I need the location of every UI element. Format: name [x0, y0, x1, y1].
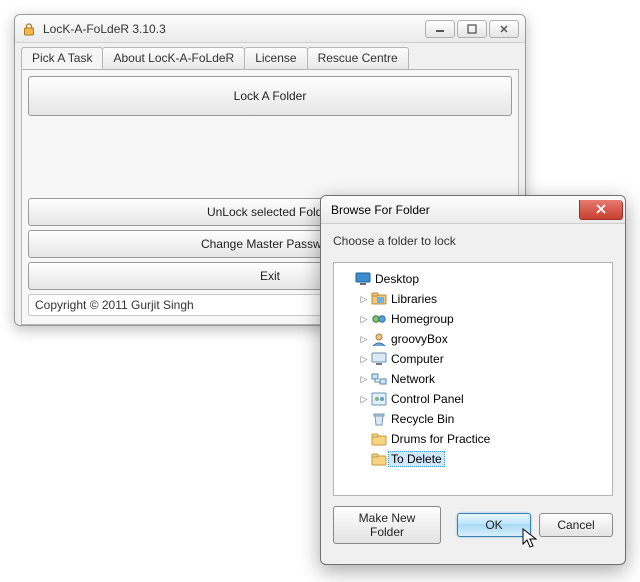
tree-root-desktop[interactable]: Desktop [338, 269, 608, 289]
tab-rescue[interactable]: Rescue Centre [307, 47, 409, 69]
close-button[interactable] [489, 20, 519, 38]
expander-icon[interactable]: ▷ [358, 294, 370, 305]
window-title: LocK-A-FoLdeR 3.10.3 [43, 22, 425, 36]
expander-icon[interactable]: ▷ [358, 394, 370, 405]
tree-item-label: Control Panel [388, 391, 467, 407]
tree-item-label: Libraries [388, 291, 440, 307]
tree-item-label: Network [388, 371, 438, 387]
window-controls [425, 20, 519, 38]
make-new-folder-button[interactable]: Make New Folder [333, 506, 441, 544]
control-icon [370, 392, 388, 406]
tab-pick-task[interactable]: Pick A Task [21, 47, 103, 69]
user-icon [370, 332, 388, 346]
libraries-icon [370, 292, 388, 306]
folder-icon [370, 452, 388, 466]
tree-item-label: Drums for Practice [388, 431, 493, 447]
tree-item-label: Computer [388, 351, 447, 367]
browse-dialog: Browse For Folder Choose a folder to loc… [320, 195, 626, 565]
recycle-icon [370, 412, 388, 426]
folder-icon [370, 432, 388, 446]
expander-icon[interactable]: ▷ [358, 314, 370, 325]
tree-item[interactable]: Recycle Bin [338, 409, 608, 429]
cancel-button[interactable]: Cancel [539, 513, 613, 537]
minimize-button[interactable] [425, 20, 455, 38]
tree-item-label: Homegroup [388, 311, 457, 327]
tree-item[interactable]: ▷ Network [338, 369, 608, 389]
dialog-titlebar: Browse For Folder [321, 196, 625, 224]
expander-icon[interactable]: ▷ [358, 334, 370, 345]
expander-icon[interactable]: ▷ [358, 354, 370, 365]
desktop-icon [354, 272, 372, 286]
tabstrip: Pick A Task About LocK-A-FoLdeR License … [21, 47, 519, 69]
tree-item[interactable]: ▷ groovyBox [338, 329, 608, 349]
tree-item[interactable]: ▷ Computer [338, 349, 608, 369]
dialog-title: Browse For Folder [331, 203, 430, 217]
tree-root-label: Desktop [372, 271, 422, 287]
lock-folder-button[interactable]: Lock A Folder [28, 76, 512, 116]
dialog-instruction: Choose a folder to lock [333, 234, 613, 248]
tree-item[interactable]: To Delete [338, 449, 608, 469]
computer-icon [370, 352, 388, 366]
tree-item-label: To Delete [388, 451, 445, 467]
titlebar: LocK-A-FoLdeR 3.10.3 [15, 15, 525, 43]
tree-item-label: Recycle Bin [388, 411, 457, 427]
folder-tree[interactable]: Desktop ▷ Libraries ▷ Homegroup ▷ groovyBox ▷ C… [333, 262, 613, 496]
tree-item-label: groovyBox [388, 331, 451, 347]
lock-icon [21, 21, 37, 37]
dialog-button-row: Make New Folder OK Cancel [321, 506, 625, 556]
maximize-button[interactable] [457, 20, 487, 38]
tab-license[interactable]: License [244, 47, 307, 69]
tab-about[interactable]: About LocK-A-FoLdeR [102, 47, 245, 69]
tree-item[interactable]: ▷ Libraries [338, 289, 608, 309]
expander-icon[interactable]: ▷ [358, 374, 370, 385]
network-icon [370, 372, 388, 386]
tree-item[interactable]: ▷ Homegroup [338, 309, 608, 329]
tree-item[interactable]: ▷ Control Panel [338, 389, 608, 409]
ok-button[interactable]: OK [457, 513, 531, 537]
tree-item[interactable]: Drums for Practice [338, 429, 608, 449]
dialog-close-button[interactable] [579, 200, 623, 220]
homegroup-icon [370, 312, 388, 326]
